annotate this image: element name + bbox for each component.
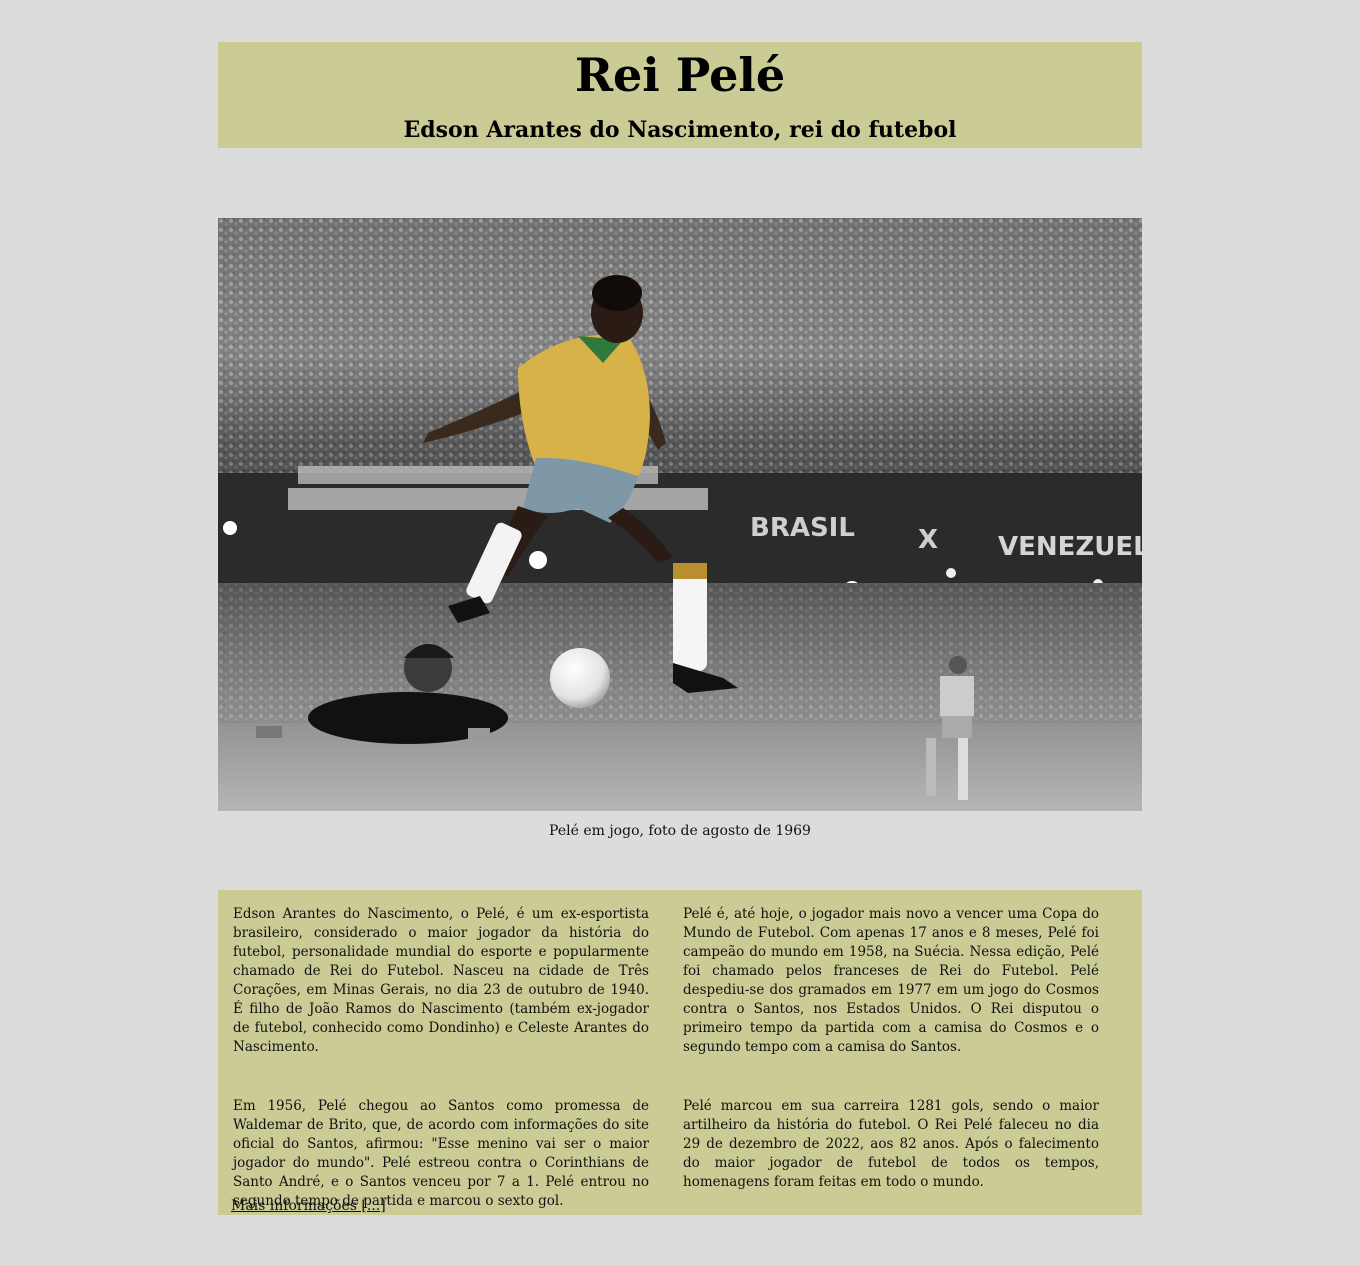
banner-venezuela: VENEZUELA (998, 532, 1142, 562)
banner-brasil: BRASIL (750, 513, 855, 543)
paragraph-career: Pelé marcou em sua carreira 1281 gols, s… (683, 1098, 1099, 1190)
page: Rei Pelé Edson Arantes do Nascimento, re… (0, 0, 1360, 1265)
article-body: Edson Arantes do Nascimento, o Pelé, é u… (218, 890, 1142, 1215)
banner-x: X (918, 525, 938, 555)
photo-caption: Pelé em jogo, foto de agosto de 1969 (549, 823, 811, 839)
page-header: Rei Pelé Edson Arantes do Nascimento, re… (218, 42, 1142, 148)
paragraph-biography: Edson Arantes do Nascimento, o Pelé, é u… (233, 906, 649, 1055)
pele-photo: BRASIL X VENEZUELA (218, 218, 1142, 811)
ball (550, 648, 610, 708)
page-title: Rei Pelé (574, 48, 786, 102)
page-subtitle: Edson Arantes do Nascimento, rei do fute… (403, 117, 957, 143)
paragraph-world-cup: Pelé é, até hoje, o jogador mais novo a … (683, 906, 1099, 1055)
more-info-link[interactable]: Mais informações [...] (231, 1197, 386, 1215)
article-column-right: Pelé é, até hoje, o jogador mais novo a … (683, 905, 1099, 1232)
paragraph-santos: Em 1956, Pelé chegou ao Santos como prom… (233, 1098, 649, 1209)
